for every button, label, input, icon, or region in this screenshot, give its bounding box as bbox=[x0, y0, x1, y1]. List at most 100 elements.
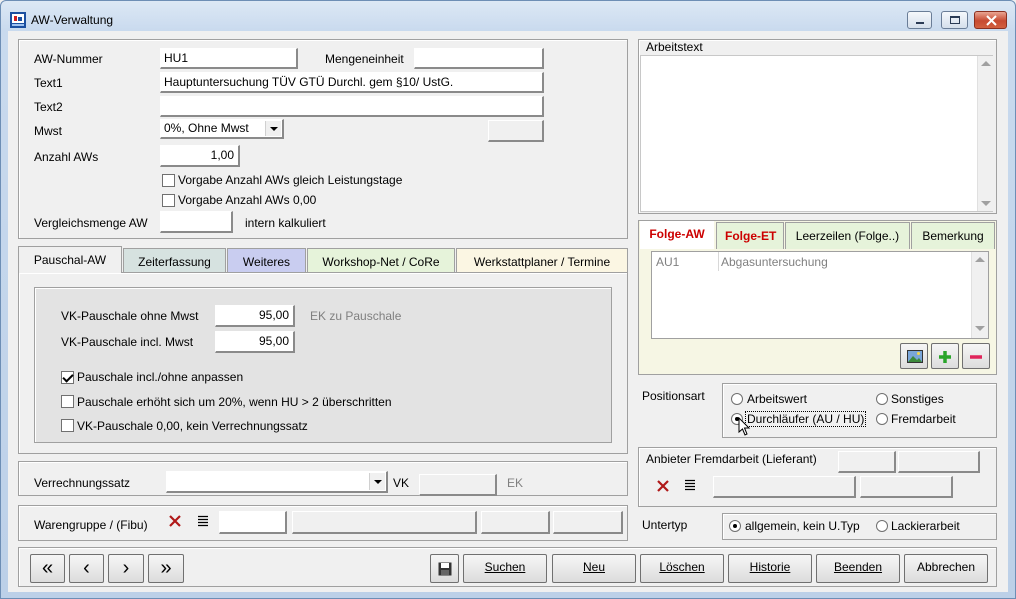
mwst-dropdown-button[interactable] bbox=[265, 121, 281, 136]
folge-list[interactable]: AU1 Abgasuntersuchung bbox=[651, 251, 989, 339]
suchen-label: Suchen bbox=[484, 560, 526, 574]
tab-label: Bemerkung bbox=[922, 229, 984, 243]
delete-icon[interactable] bbox=[169, 515, 181, 527]
delete-icon[interactable] bbox=[657, 480, 669, 492]
vk-incl-label: VK-Pauschale incl. Mwst bbox=[61, 335, 194, 349]
neu-button[interactable]: Neu bbox=[552, 554, 636, 583]
list-item[interactable]: AU1 Abgasuntersuchung bbox=[652, 252, 970, 271]
anzahl-label: Anzahl AWs bbox=[34, 150, 99, 164]
historie-button[interactable]: Historie bbox=[728, 554, 812, 583]
tab-zeiterfassung[interactable]: Zeiterfassung bbox=[123, 248, 226, 273]
chevron-down-icon bbox=[270, 127, 278, 131]
folge-scrollbar[interactable] bbox=[971, 252, 988, 338]
allgemein-label: allgemein, kein U.Typ bbox=[745, 519, 860, 533]
loeschen-button[interactable]: Löschen bbox=[640, 554, 724, 583]
beenden-label: Beenden bbox=[833, 560, 883, 574]
text2-field[interactable] bbox=[160, 96, 544, 117]
floppy-disk-icon bbox=[438, 562, 452, 576]
warengruppe-extra-field[interactable] bbox=[553, 511, 623, 534]
list-icon[interactable] bbox=[197, 515, 209, 527]
plus-icon bbox=[939, 351, 951, 363]
scroll-down-icon bbox=[975, 326, 985, 331]
list-icon[interactable] bbox=[684, 479, 696, 491]
vorgabe-leistungstage-checkbox[interactable] bbox=[162, 174, 175, 187]
vorgabe-null-checkbox[interactable] bbox=[162, 194, 175, 207]
fremdarbeit-label: Fremdarbeit bbox=[891, 412, 956, 426]
tab-bemerkung[interactable]: Bemerkung bbox=[911, 222, 995, 249]
anbieter-code-field[interactable] bbox=[838, 451, 896, 473]
window-title: AW-Verwaltung bbox=[31, 13, 114, 27]
maximize-button[interactable] bbox=[941, 11, 968, 29]
ek-label: EK bbox=[507, 476, 524, 490]
mwst-label: Mwst bbox=[34, 124, 62, 138]
durchlaeufer-label: Durchläufer (AU / HU) bbox=[745, 411, 867, 427]
tab-werkstattplaner[interactable]: Werkstattplaner / Termine bbox=[456, 248, 628, 273]
sonstiges-radio[interactable] bbox=[876, 393, 888, 405]
lackier-radio[interactable] bbox=[876, 520, 888, 532]
untertyp-label: Untertyp bbox=[642, 518, 688, 532]
beenden-button[interactable]: Beenden bbox=[816, 554, 900, 583]
tab-pauschal-aw[interactable]: Pauschal-AW bbox=[18, 246, 122, 273]
tab-folge-et[interactable]: Folge-ET bbox=[716, 222, 784, 249]
save-button[interactable] bbox=[430, 554, 459, 583]
vk-field[interactable] bbox=[419, 474, 497, 496]
erhoeht-checkbox[interactable] bbox=[61, 395, 74, 408]
prev-record-button[interactable]: ‹ bbox=[69, 554, 104, 583]
arbeitswert-radio[interactable] bbox=[731, 393, 743, 405]
tab-folge-aw[interactable]: Folge-AW bbox=[640, 221, 714, 249]
app-icon bbox=[10, 12, 26, 28]
close-icon bbox=[986, 15, 997, 26]
arbeitstext-scrollbar[interactable] bbox=[977, 56, 994, 211]
anbieter-nr-field[interactable] bbox=[898, 451, 980, 473]
text1-field[interactable]: Hauptuntersuchung TÜV GTÜ Durchl. gem §1… bbox=[160, 72, 544, 93]
scroll-down-icon bbox=[981, 201, 991, 206]
intern-kalkuliert-label: intern kalkuliert bbox=[245, 216, 326, 230]
anbieter-ort-field[interactable] bbox=[860, 476, 953, 498]
abbrechen-button[interactable]: Abbrechen bbox=[904, 554, 988, 583]
next-record-button[interactable]: › bbox=[108, 554, 144, 583]
verrechnung-dropdown-button[interactable] bbox=[369, 473, 385, 490]
vorgabe-leistungstage-label: Vorgabe Anzahl AWs gleich Leistungstage bbox=[178, 173, 403, 187]
vk-ohne-field[interactable]: 95,00 bbox=[215, 305, 295, 327]
mwst-extra-field[interactable] bbox=[488, 120, 544, 142]
first-record-button[interactable]: « bbox=[30, 554, 65, 583]
anbieter-name-field[interactable] bbox=[713, 476, 856, 498]
tab-weiteres[interactable]: Weiteres bbox=[227, 248, 306, 273]
image-button[interactable] bbox=[900, 343, 928, 369]
warengruppe-name-field[interactable] bbox=[292, 511, 477, 534]
remove-button[interactable] bbox=[962, 343, 990, 369]
historie-label: Historie bbox=[749, 560, 791, 574]
column-divider bbox=[718, 252, 719, 271]
image-icon bbox=[907, 350, 923, 363]
minimize-button[interactable] bbox=[907, 11, 932, 29]
allgemein-radio[interactable] bbox=[729, 520, 741, 532]
mengeneinheit-label: Mengeneinheit bbox=[325, 52, 404, 66]
mengeneinheit-field[interactable] bbox=[414, 48, 544, 69]
close-button[interactable] bbox=[974, 11, 1007, 29]
verrechnung-select[interactable] bbox=[166, 471, 388, 493]
last-record-button[interactable]: » bbox=[148, 554, 184, 583]
anpassen-checkbox[interactable] bbox=[61, 371, 74, 384]
chevron-right-icon: › bbox=[122, 557, 130, 579]
mwst-value: 0%, Ohne Mwst bbox=[164, 121, 249, 135]
vk-null-checkbox[interactable] bbox=[61, 419, 74, 432]
warengruppe-code-field[interactable] bbox=[219, 511, 287, 534]
vk-incl-field[interactable]: 95,00 bbox=[215, 331, 295, 353]
scroll-up-icon bbox=[981, 61, 991, 66]
anzahl-field[interactable]: 1,00 bbox=[160, 145, 240, 167]
anbieter-label: Anbieter Fremdarbeit (Lieferant) bbox=[646, 452, 817, 466]
vk-null-label: VK-Pauschale 0,00, kein Verrechnungssatz bbox=[77, 419, 308, 433]
suchen-button[interactable]: Suchen bbox=[463, 554, 547, 583]
tab-workshop-net[interactable]: Workshop-Net / CoRe bbox=[307, 248, 455, 273]
tab-leerzeilen[interactable]: Leerzeilen (Folge..) bbox=[785, 222, 910, 249]
arbeitstext-textarea[interactable] bbox=[640, 55, 993, 212]
vergleichsmenge-field[interactable] bbox=[160, 211, 233, 233]
fremdarbeit-radio[interactable] bbox=[876, 413, 888, 425]
tab-label: Pauschal-AW bbox=[33, 253, 107, 267]
aw-nummer-field[interactable]: HU1 bbox=[160, 48, 298, 69]
warengruppe-fibu-field[interactable] bbox=[481, 511, 550, 534]
sonstiges-label: Sonstiges bbox=[891, 392, 944, 406]
double-chevron-left-icon: « bbox=[41, 557, 54, 579]
add-button[interactable] bbox=[931, 343, 959, 369]
double-chevron-right-icon: » bbox=[160, 557, 172, 579]
